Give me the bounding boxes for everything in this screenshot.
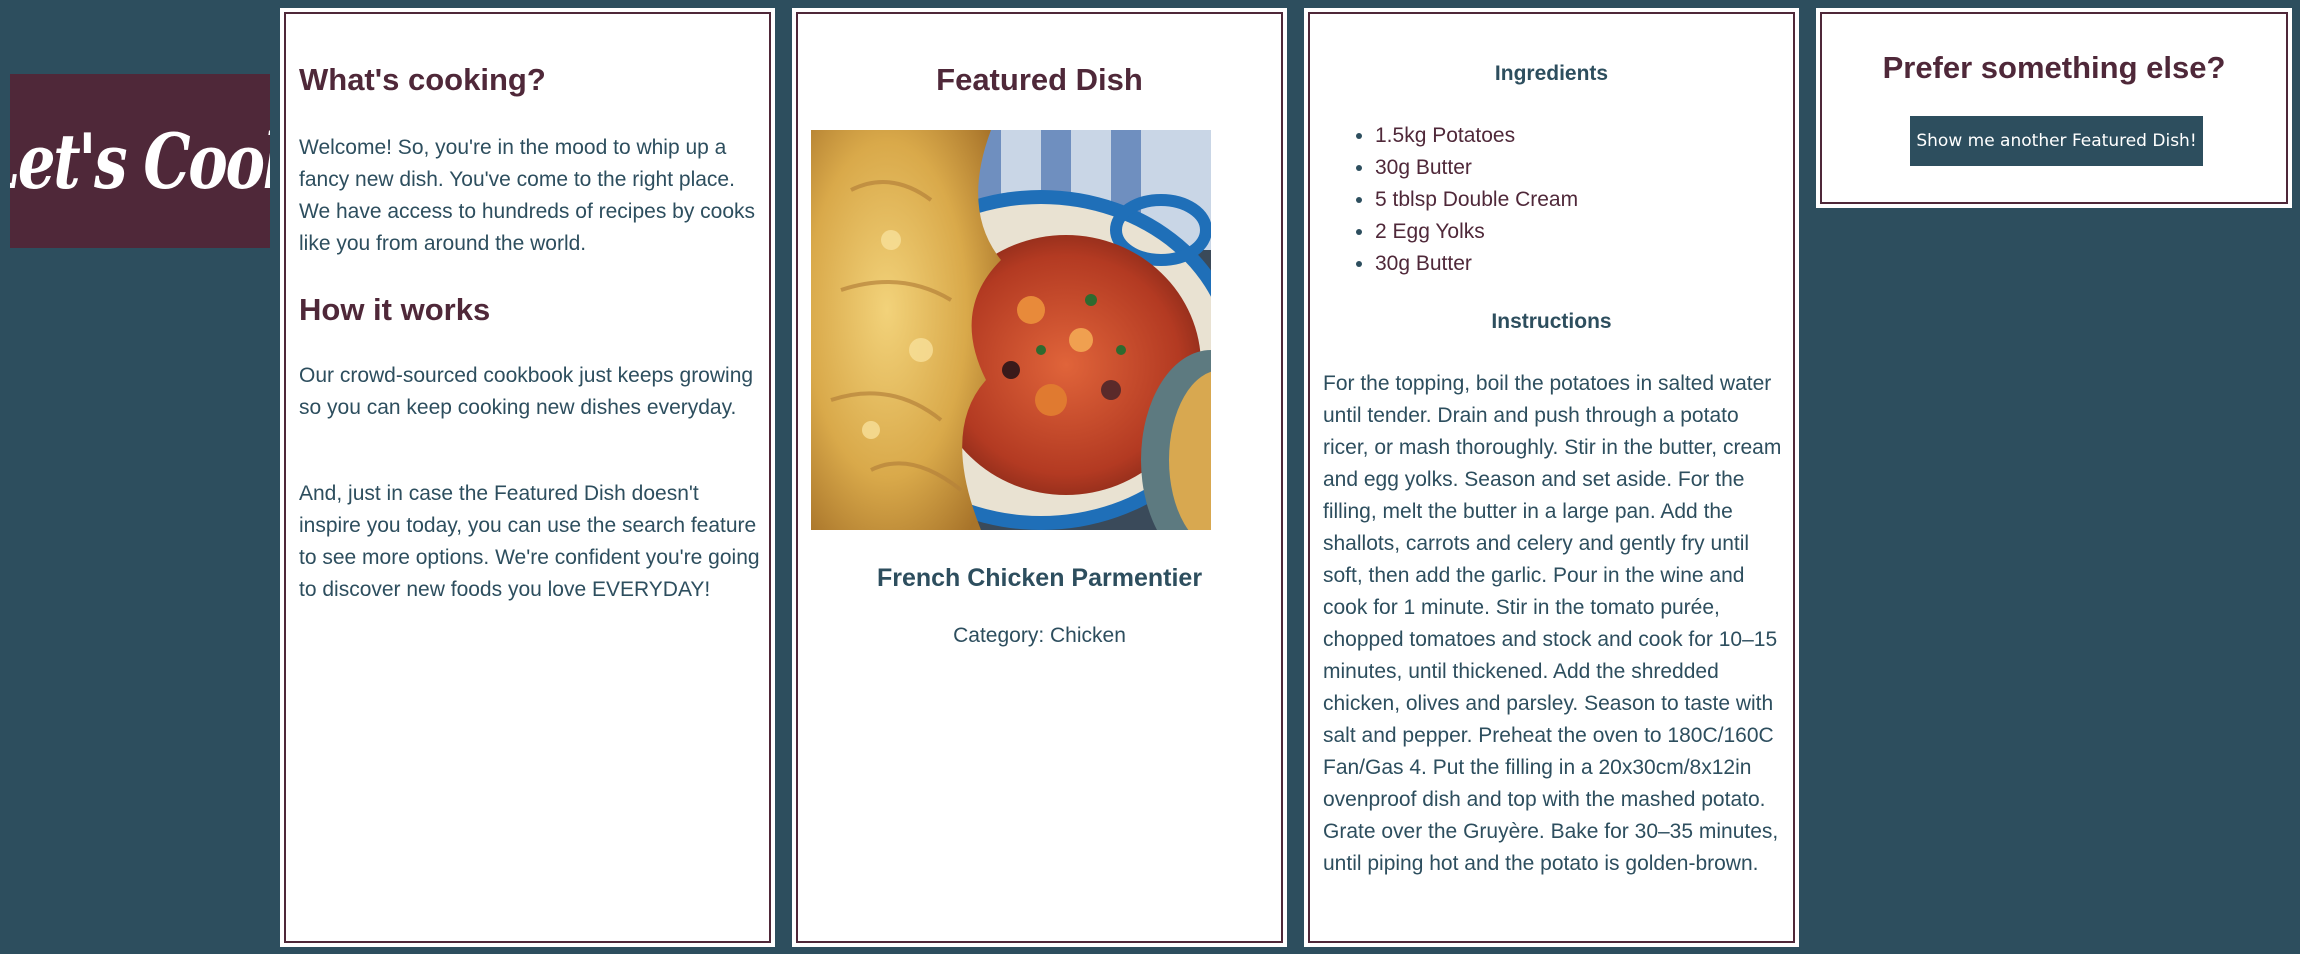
logo: Let's Cook [10, 74, 270, 248]
featured-dish-name[interactable]: French Chicken Parmentier [794, 564, 1285, 593]
recipe-card: Ingredients 1.5kg Potatoes 30g Butter 5 … [1304, 8, 1799, 947]
featured-dish-image [811, 130, 1211, 530]
ingredient-item: 5 tblsp Double Cream [1375, 184, 1578, 216]
instructions-text: For the topping, boil the potatoes in sa… [1323, 372, 1782, 875]
ingredient-item: 30g Butter [1375, 248, 1578, 280]
how-it-works-paragraph-1: Our crowd-sourced cookbook just keeps gr… [299, 364, 754, 419]
ingredient-item: 2 Egg Yolks [1375, 216, 1578, 248]
intro-paragraph: Welcome! So, you're in the mood to whip … [299, 136, 756, 255]
logo-text: Let's Cook [10, 116, 270, 206]
intro-title: What's cooking? [299, 62, 546, 97]
featured-dish-card: Featured Dish French Chicken Parmentier … [792, 8, 1287, 947]
how-it-works-paragraph-2: And, just in case the Featured Dish does… [299, 482, 760, 601]
instructions-title: Instructions [1491, 310, 1612, 333]
ingredients-title: Ingredients [1494, 62, 1609, 85]
ingredient-item: 1.5kg Potatoes [1375, 120, 1578, 152]
ingredient-item: 30g Butter [1375, 152, 1578, 184]
page: Let's Cook What's cooking? Welcome! So, … [0, 0, 2300, 954]
how-it-works-title: How it works [299, 292, 491, 327]
alternative-title: Prefer something else? [1882, 50, 2226, 85]
another-dish-button[interactable]: Show me another Featured Dish! [1910, 116, 2203, 166]
intro-card: What's cooking? Welcome! So, you're in t… [280, 8, 775, 947]
featured-dish-title: Featured Dish [936, 62, 1143, 97]
alternative-card: Prefer something else? Show me another F… [1816, 8, 2292, 208]
featured-dish-category: Category: Chicken [953, 624, 1126, 647]
ingredients-list: 1.5kg Potatoes 30g Butter 5 tblsp Double… [1323, 120, 1578, 280]
